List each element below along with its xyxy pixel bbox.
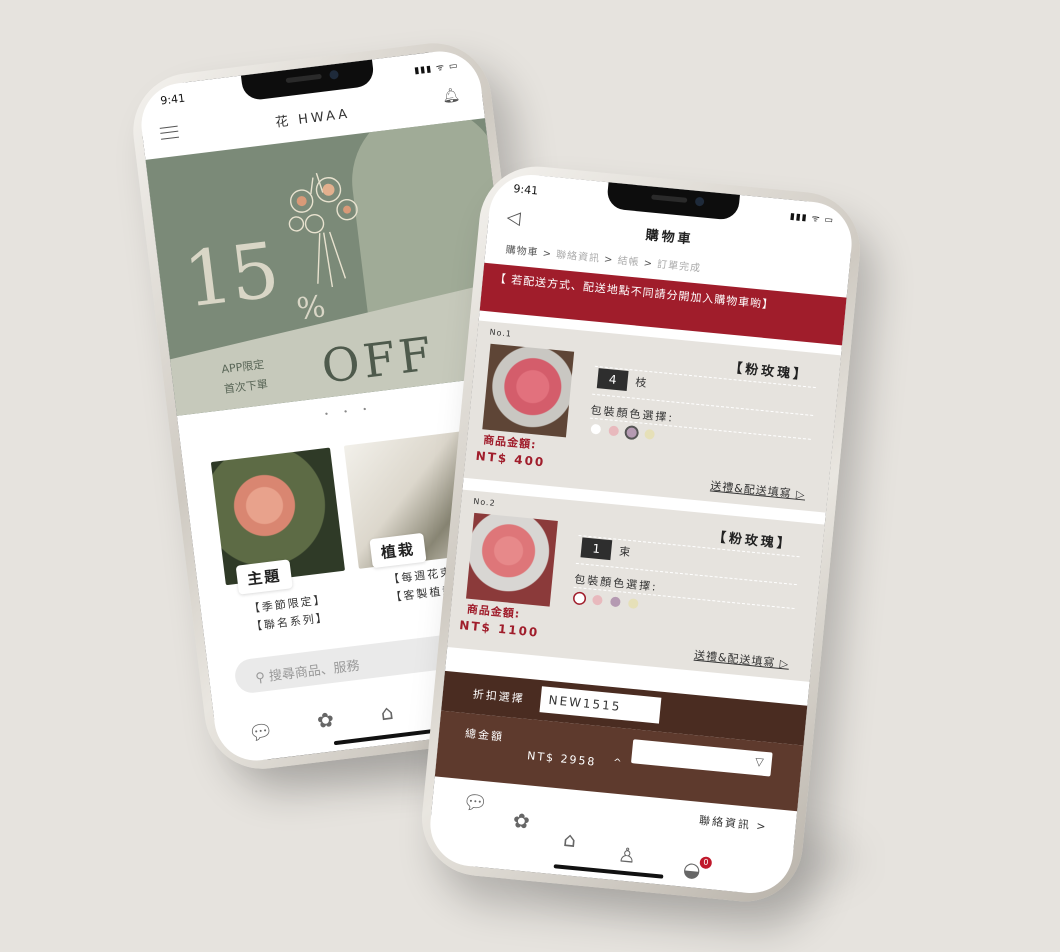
contact-info-link[interactable]: 聯絡資訊 > xyxy=(698,812,768,835)
total-label: 總金額 xyxy=(464,727,505,744)
category-subs-theme[interactable]: 【季節限定】 【聯名系列】 xyxy=(248,591,330,636)
breadcrumb-step: 聯絡資訊 xyxy=(555,249,601,265)
color-swatch[interactable] xyxy=(608,425,620,437)
category-label-plant[interactable]: 植栽 xyxy=(369,532,427,569)
chat-icon[interactable]: 💬︎ xyxy=(461,789,489,815)
color-swatch[interactable] xyxy=(609,596,621,608)
cart-item: No.1 【粉玫瑰】 4 枝 包裝顏色選擇: 商品金額: NT$ 400 送禮&… xyxy=(463,320,842,513)
quantity-stepper[interactable]: 4 xyxy=(596,368,629,391)
quantity-unit: 枝 xyxy=(634,375,648,390)
color-swatch[interactable] xyxy=(644,428,656,440)
cart-item: No.2 【粉玫瑰】 1 束 包裝顏色選擇: 商品金額: NT$ 1100 送禮… xyxy=(447,489,825,682)
profile-icon[interactable]: ♙ xyxy=(617,842,637,868)
color-swatch[interactable] xyxy=(627,598,639,610)
flower-icon[interactable]: ✿ xyxy=(316,707,336,733)
breadcrumb-step: 結帳 xyxy=(617,255,640,269)
search-placeholder: 搜尋商品、服務 xyxy=(268,658,361,685)
breadcrumb-step: 訂單完成 xyxy=(656,259,702,275)
bell-icon[interactable]: 🔔︎ xyxy=(441,87,461,105)
expand-total-icon[interactable]: ^ xyxy=(612,757,621,769)
discount-select[interactable] xyxy=(630,739,773,777)
discount-number: 15 xyxy=(179,225,282,325)
product-photo[interactable] xyxy=(466,512,558,607)
item-number: No.2 xyxy=(472,496,497,508)
promo-banner[interactable]: 15 % OFF APP限定 首次下單 xyxy=(145,118,517,416)
quantity-stepper[interactable]: 1 xyxy=(580,537,613,561)
category-label-theme[interactable]: 主題 xyxy=(235,559,293,595)
status-icons: ▮▮▮ ᯤ ▭ xyxy=(413,61,459,77)
bag-icon[interactable]: ⌂ xyxy=(562,827,577,852)
cart-badge: 0 xyxy=(699,856,713,870)
color-swatch[interactable] xyxy=(590,423,602,435)
gift-delivery-link[interactable]: 送禮&配送填寫 ▷ xyxy=(693,647,790,672)
cart-phone-mockup: 9:41 ▮▮▮ ᯤ ▭ ◁ 購物車 購物車 > 聯絡資訊 > 結帳 > 訂單完… xyxy=(416,161,866,907)
bag-icon[interactable]: ⌂ xyxy=(379,700,395,725)
color-swatch[interactable] xyxy=(574,592,586,604)
chat-icon[interactable]: 💬︎ xyxy=(247,719,275,746)
flower-icon[interactable]: ✿ xyxy=(512,808,531,833)
discount-label: 折扣選擇 xyxy=(472,687,526,706)
item-number: No.1 xyxy=(489,327,513,339)
cart-screen: 9:41 ▮▮▮ ᯤ ▭ ◁ 購物車 購物車 > 聯絡資訊 > 結帳 > 訂單完… xyxy=(426,171,856,897)
color-swatch[interactable] xyxy=(592,594,603,606)
banner-condition: APP限定 首次下單 xyxy=(220,355,269,400)
color-swatch[interactable] xyxy=(626,427,638,439)
gift-delivery-link[interactable]: 送禮&配送填寫 ▷ xyxy=(710,477,807,502)
divider xyxy=(589,417,811,440)
cart-icon[interactable]: ◒ xyxy=(682,857,702,883)
bouquet-illustration-icon xyxy=(288,172,358,288)
product-photo[interactable] xyxy=(482,343,575,438)
discount-percent: % xyxy=(294,289,328,328)
item-price: NT$ 1100 xyxy=(458,618,540,640)
status-icons: ▮▮▮ ᯤ ▭ xyxy=(789,211,835,227)
quantity-unit: 束 xyxy=(618,545,631,560)
status-time: 9:41 xyxy=(512,182,539,198)
breadcrumb-current: 購物車 xyxy=(505,244,539,259)
discount-code-input[interactable]: NEW1515 xyxy=(539,686,662,724)
divider xyxy=(573,586,795,610)
status-time: 9:41 xyxy=(159,91,186,108)
total-amount: NT$ 2958 xyxy=(526,749,597,769)
